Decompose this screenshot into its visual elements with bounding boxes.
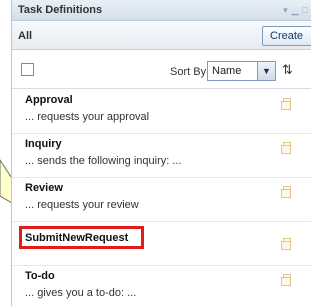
task-list: Approval ... requests your approval Inqu… [12, 90, 311, 306]
list-item[interactable]: Review ... requests your review [12, 178, 311, 222]
panel-title: Task Definitions [18, 4, 103, 16]
create-button[interactable]: Create [262, 26, 311, 46]
edit-icon[interactable] [280, 274, 292, 286]
item-title: Approval [25, 94, 73, 106]
list-item[interactable]: SubmitNewRequest [12, 222, 311, 266]
panel-titlebar: Task Definitions ▾ ▁ □ [12, 0, 311, 21]
filter-bar: All Create [12, 22, 311, 50]
item-description: ... gives you a to-do: ... [25, 287, 137, 299]
item-title: Review [25, 182, 63, 194]
list-item[interactable]: To-do ... gives you a to-do: ... [12, 266, 311, 306]
chevron-down-icon[interactable]: ▼ [257, 62, 275, 80]
list-item[interactable]: Inquiry ... sends the following inquiry:… [12, 134, 311, 178]
edit-icon[interactable] [280, 186, 292, 198]
list-item[interactable]: Approval ... requests your approval [12, 90, 311, 134]
sort-select[interactable]: Name ▼ [207, 61, 276, 81]
maximize-icon[interactable]: □ [303, 5, 308, 15]
filter-label: All [18, 30, 33, 42]
window-controls: ▾ ▁ □ [283, 5, 308, 15]
item-description: ... sends the following inquiry: ... [25, 155, 182, 167]
item-title: SubmitNewRequest [25, 232, 129, 244]
edit-icon[interactable] [280, 142, 292, 154]
item-description: ... requests your review [25, 199, 139, 211]
sort-direction-icon[interactable]: ⇅ [282, 60, 293, 80]
sort-label: Sort By [170, 66, 207, 78]
select-all-checkbox[interactable] [21, 63, 34, 76]
menu-arrow-icon[interactable]: ▾ [283, 5, 288, 15]
edit-icon[interactable] [280, 98, 292, 110]
edit-icon[interactable] [280, 238, 292, 250]
task-definitions-panel: Task Definitions ▾ ▁ □ All Create Sort B… [11, 0, 311, 306]
sort-value: Name [212, 65, 242, 77]
item-title: To-do [25, 270, 55, 282]
list-toolbar: Sort By Name ▼ ⇅ [12, 51, 311, 89]
minimize-icon[interactable]: ▁ [292, 5, 299, 15]
item-description: ... requests your approval [25, 111, 150, 123]
item-title: Inquiry [25, 138, 62, 150]
